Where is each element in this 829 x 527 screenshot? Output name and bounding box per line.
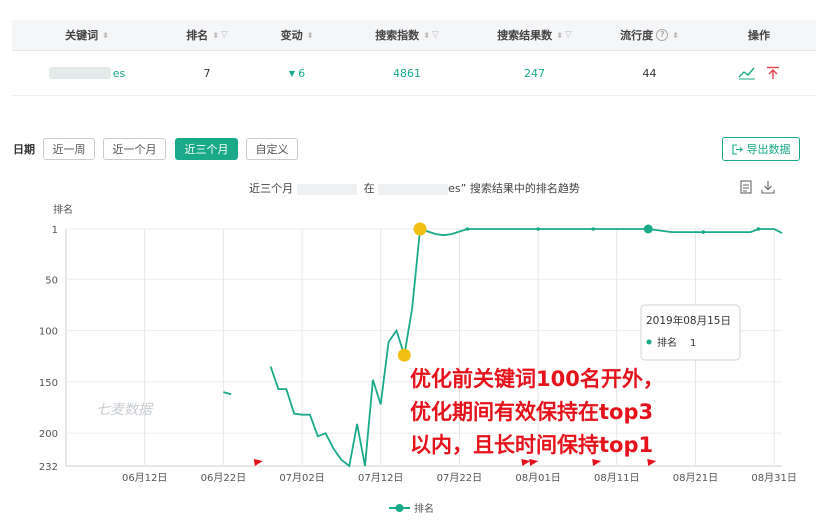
x-tick-label: 07月22日 (437, 472, 482, 484)
watermark: 七麦数据 (96, 402, 154, 418)
result-count-cell[interactable]: 247 (472, 51, 597, 95)
export-data-button[interactable]: 导出数据 (722, 137, 800, 161)
date-label: 日期 (13, 143, 35, 156)
sort-icon[interactable]: ⬍ (102, 31, 109, 40)
help-icon[interactable]: ? (656, 29, 669, 41)
x-tick-label: 08月11日 (594, 472, 639, 484)
y-tick-label: 1 (52, 225, 58, 236)
y-tick-label: 50 (45, 275, 58, 286)
trend-chart-icon[interactable] (738, 66, 756, 80)
y-tick-label: 232 (39, 462, 58, 473)
x-tick-label: 07月12日 (358, 472, 403, 484)
header-search-index[interactable]: 搜索指数 ⬍ ▽ (342, 20, 472, 50)
header-actions: 操作 (748, 29, 770, 42)
table-row: es 7 ▼ 6 4861 247 44 (12, 51, 816, 96)
header-result-count[interactable]: 搜索结果数 ⬍ ▽ (472, 20, 597, 50)
series-line (269, 227, 783, 468)
data-point (465, 227, 470, 231)
filter-icon[interactable]: ▽ (221, 30, 228, 40)
event-flag-icon (647, 459, 657, 466)
blurred-text (296, 183, 357, 195)
header-rank[interactable]: 排名 ⬍ ▽ (162, 20, 252, 50)
highlight-marker (413, 222, 427, 236)
range-custom-button[interactable]: 自定义 (246, 138, 298, 160)
data-point (591, 227, 595, 231)
chart-tooltip: 2019年08月15日 排名 1 (640, 304, 741, 361)
data-point (536, 227, 540, 231)
x-tick-label: 08月01日 (515, 472, 560, 484)
tooltip-date: 2019年08月15日 (646, 314, 731, 327)
sort-icon[interactable]: ⬍ (423, 31, 430, 40)
tooltip-series-dot (646, 339, 652, 345)
blurred-text (378, 183, 449, 195)
legend-label: 排名 (414, 502, 434, 515)
export-icon (731, 143, 743, 155)
header-popularity[interactable]: 流行度? ⬍ (597, 20, 702, 50)
filter-icon[interactable]: ▽ (565, 30, 572, 40)
range-week-button[interactable]: 近一周 (43, 138, 95, 160)
annotation-line-3: 以内，且长时间保持top1 (410, 433, 653, 457)
chart-legend: 排名 (389, 502, 434, 515)
legend-marker (395, 504, 404, 512)
change-cell: ▼ 6 (288, 66, 306, 80)
tooltip-series: 排名 (657, 336, 677, 349)
annotation-line-1: 优化前关键词100名开外， (410, 367, 664, 391)
document-icon[interactable] (740, 180, 752, 194)
y-tick-label: 200 (39, 429, 58, 440)
rank-cell: 7 (203, 66, 211, 80)
x-tick-label: 07月02日 (279, 472, 324, 484)
x-tick-label: 08月21日 (673, 472, 718, 484)
annotation: 优化前关键词100名开外， 优化期间有效保持在top3 以内，且长时间保持top… (410, 367, 664, 457)
sort-icon[interactable]: ⬍ (307, 31, 314, 40)
keyword-cell[interactable]: es (12, 51, 162, 95)
data-point (701, 230, 706, 234)
move-top-icon[interactable] (766, 66, 780, 80)
y-axis-label: 排名 (53, 203, 73, 216)
chart-title: 近三个月 在 es” 搜索结果中的排名趋势 (249, 182, 580, 195)
arrow-down-icon: ▼ (288, 68, 296, 78)
filter-icon[interactable]: ▽ (432, 30, 439, 40)
event-flag-icon (529, 459, 539, 466)
download-icon[interactable] (761, 180, 775, 194)
x-tick-label: 06月12日 (122, 472, 167, 484)
event-flag-icon (592, 459, 602, 466)
annotation-line-2: 优化期间有效保持在top3 (410, 400, 653, 424)
event-flag-icon (253, 459, 263, 466)
y-tick-label: 100 (39, 327, 58, 338)
sort-icon[interactable]: ⬍ (556, 31, 563, 40)
header-keyword[interactable]: 关键词 ⬍ (12, 20, 162, 50)
x-tick-label: 06月22日 (201, 472, 246, 484)
event-flag-icon (521, 459, 531, 466)
table-header: 关键词 ⬍ 排名 ⬍ ▽ 变动 ⬍ 搜索指数 ⬍ ▽ 搜索结果数 ⬍ ▽ 流行度? ⬍ 操作 (12, 20, 816, 51)
y-tick-label: 150 (39, 378, 58, 389)
data-point (756, 227, 761, 231)
popularity-cell: 44 (642, 66, 657, 80)
range-three-months-button[interactable]: 近三个月 (175, 138, 238, 160)
tooltip-value: 1 (690, 338, 696, 349)
x-tick-label: 08月31日 (751, 472, 796, 484)
header-change[interactable]: 变动 ⬍ (252, 20, 342, 50)
highlight-marker (397, 348, 411, 362)
sort-icon[interactable]: ⬍ (212, 31, 219, 40)
series-line (223, 391, 232, 396)
actions-cell (702, 51, 816, 95)
range-month-button[interactable]: 近一个月 (103, 138, 166, 160)
search-index-cell[interactable]: 4861 (342, 51, 472, 95)
highlight-marker (643, 224, 653, 234)
sort-icon[interactable]: ⬍ (672, 31, 679, 40)
blurred-keyword (48, 67, 111, 79)
